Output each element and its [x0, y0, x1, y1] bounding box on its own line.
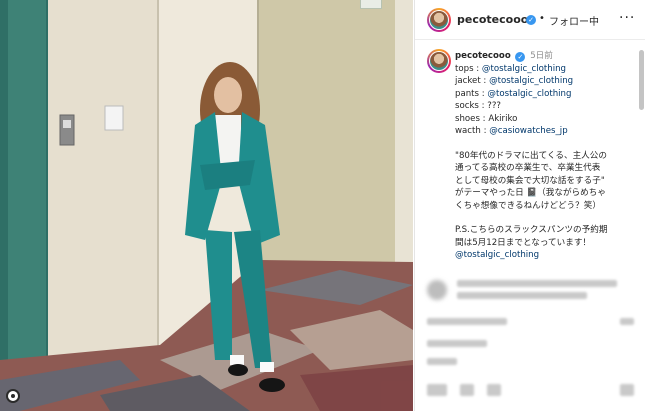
- caption-timestamp: 5日前: [530, 51, 553, 61]
- blurred-comment-line: [427, 318, 507, 325]
- more-options-icon[interactable]: ···: [619, 10, 635, 26]
- caption-username[interactable]: pecotecooo: [455, 51, 511, 61]
- follow-status-button[interactable]: フォロー中: [549, 13, 599, 28]
- post-caption: pecotecooo ✓ 5日前 tops : @tostalgic_cloth…: [455, 50, 633, 262]
- blurred-action-icon: [427, 384, 447, 396]
- caption-line: jacket : @tostalgic_clothing: [455, 76, 574, 86]
- mention-link[interactable]: @tostalgic_clothing: [489, 76, 573, 86]
- blurred-comment-line: [457, 292, 587, 299]
- caption-line: shoes : Akiriko: [455, 113, 518, 124]
- caption-paragraph-line: P.S.こちらのスラックスパンツの予約期: [455, 225, 608, 235]
- header-username[interactable]: pecotecooo: [457, 13, 528, 26]
- caption-avatar[interactable]: [427, 49, 451, 73]
- caption-paragraph-line: "80年代のドラマに出てくる、主人公の: [455, 150, 607, 161]
- blurred-avatar: [427, 280, 447, 300]
- blurred-comment-line: [620, 318, 634, 325]
- caption-line: tops : @tostalgic_clothing: [455, 63, 566, 74]
- follow-separator: •: [539, 13, 545, 24]
- scrollbar[interactable]: [639, 50, 644, 110]
- mention-link[interactable]: @tostalgic_clothing: [482, 64, 566, 74]
- blurred-comments: [415, 268, 645, 411]
- caption-paragraph-line: として母校の集会で大切な話をする子": [455, 175, 605, 186]
- mention-link[interactable]: @casiowatches_jp: [489, 126, 567, 136]
- caption-paragraph-line: 間は5月12日までとなっています！: [455, 237, 592, 248]
- caption-paragraph-line: 通ってる高校の卒業生で、卒業生代表: [455, 163, 601, 173]
- caption-verified-icon: ✓: [515, 52, 526, 62]
- photo-scene: [0, 0, 413, 411]
- mention-link[interactable]: @tostalgic_clothing: [487, 89, 571, 99]
- caption-paragraph-line: くちゃ想像できるねんけどどう？笑）: [455, 200, 601, 211]
- caption-paragraph-line: がテーマやった日 📓（我ながらめちゃ: [455, 188, 606, 198]
- post-header: pecotecooo ✓ • フォロー中 ···: [415, 0, 645, 40]
- caption-line: pants : @tostalgic_clothing: [455, 88, 572, 99]
- blurred-comment-line: [427, 340, 487, 347]
- blurred-comment-line: [457, 280, 617, 287]
- user-tag-icon[interactable]: [6, 389, 20, 403]
- post-side-panel: pecotecooo ✓ • フォロー中 ··· pecotecooo ✓ 5日…: [414, 0, 645, 411]
- top-tab-indicator: [360, 0, 382, 9]
- caption-line: wacth : @casiowatches_jp: [455, 126, 568, 136]
- blurred-action-icon: [620, 384, 634, 396]
- blurred-action-icon: [487, 384, 501, 396]
- verified-icon: ✓: [526, 15, 536, 25]
- blurred-action-icon: [460, 384, 474, 396]
- caption-line: socks : ???: [455, 101, 501, 111]
- mention-link[interactable]: @tostalgic_clothing: [455, 250, 539, 260]
- avatar[interactable]: [427, 8, 451, 32]
- blurred-comment-line: [427, 358, 457, 365]
- post-photo[interactable]: [0, 0, 413, 411]
